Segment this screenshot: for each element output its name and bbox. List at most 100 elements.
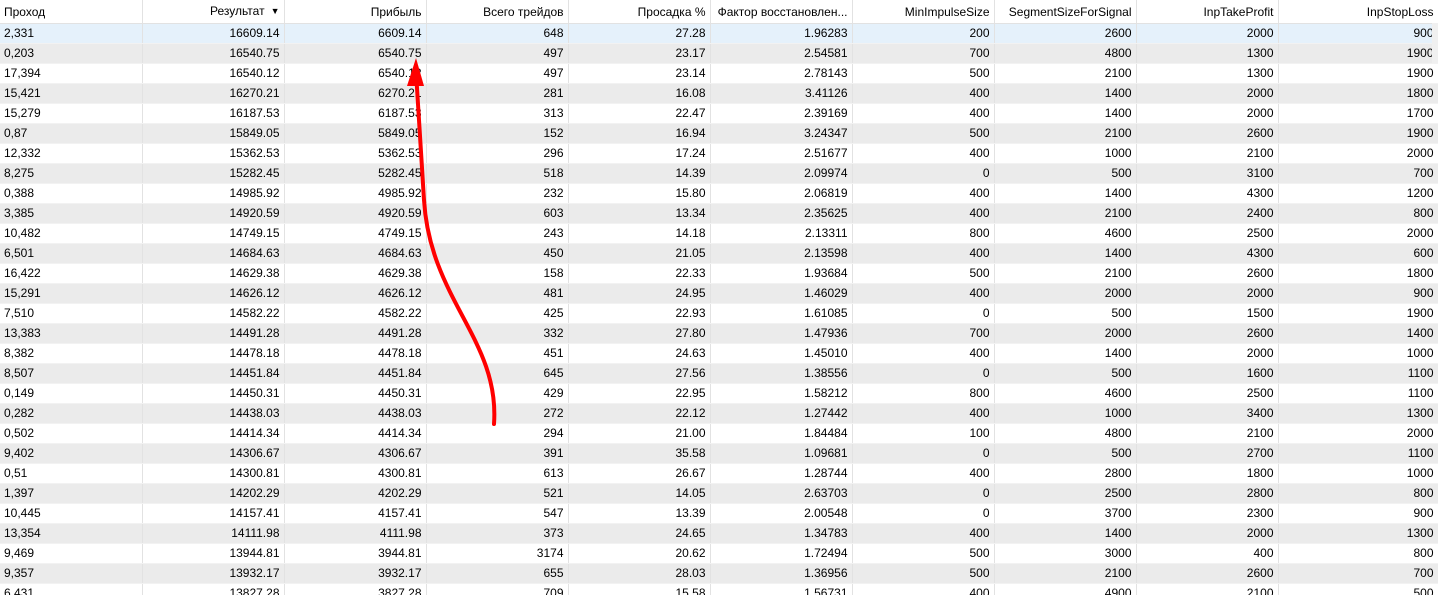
table-cell: 2800 [1136,483,1279,504]
table-row[interactable]: 0,388 14985.92 4985.92 232 15.80 2.06819 400 14… [0,183,1438,204]
table-cell: 800 [852,383,995,404]
table-cell: 600 [1278,243,1438,264]
table-cell: 2100 [1136,423,1279,444]
table-cell: 613 [426,463,569,484]
table-row[interactable]: 13,354 14111.98 4111.98 373 24.65 1.34783 400 1… [0,523,1438,544]
table-cell: 500 [994,363,1137,384]
table-row[interactable]: 8,507 14451.84 4451.84 645 27.56 1.38556 0 500 1… [0,363,1438,384]
table-cell: 500 [994,163,1137,184]
table-row[interactable]: 0,502 14414.34 4414.34 294 21.00 1.84484 100 48… [0,423,1438,444]
table-cell: 26.67 [568,463,711,484]
table-cell: 6609.14 [284,23,427,44]
table-cell: 497 [426,63,569,84]
table-cell: 17,394 [0,63,143,84]
vertical-scrollbar[interactable] [1432,23,1438,63]
table-cell: 1600 [1136,363,1279,384]
column-header[interactable]: SegmentSizeForSignal [994,0,1137,24]
table-row[interactable]: 9,357 13932.17 3932.17 655 28.03 1.36956 500 21… [0,563,1438,584]
table-cell: 1100 [1278,443,1438,464]
table-cell: 700 [852,43,995,64]
table-row[interactable]: 8,275 15282.45 5282.45 518 14.39 2.09974 0 500 3… [0,163,1438,184]
table-cell: 800 [1278,543,1438,564]
table-cell: 603 [426,203,569,224]
table-row[interactable]: 2,331 16609.14 6609.14 648 27.28 1.96283 200 26… [0,23,1438,44]
column-header[interactable]: Прибыль [284,0,427,24]
table-cell: 24.63 [568,343,711,364]
table-row[interactable]: 0,282 14438.03 4438.03 272 22.12 1.27442 400 10… [0,403,1438,424]
table-cell: 14684.63 [142,243,285,264]
column-header[interactable]: Проход [0,0,143,24]
table-cell: 4111.98 [284,523,427,544]
table-row[interactable]: 15,421 16270.21 6270.21 281 16.08 3.41126 400 1… [0,83,1438,104]
table-cell: 400 [852,243,995,264]
table-cell: 2000 [994,283,1137,304]
table-cell: 281 [426,83,569,104]
table-cell: 400 [1136,543,1279,564]
table-cell: 1.28744 [710,463,853,484]
table-cell: 1.84484 [710,423,853,444]
table-cell: 15362.53 [142,143,285,164]
table-row[interactable]: 6,501 14684.63 4684.63 450 21.05 2.13598 400 14… [0,243,1438,264]
table-cell: 4629.38 [284,263,427,284]
table-cell: 22.95 [568,383,711,404]
table-row[interactable]: 9,469 13944.81 3944.81 3174 20.62 1.72494 500 3… [0,543,1438,564]
table-cell: 400 [852,583,995,595]
table-row[interactable]: 8,382 14478.18 4478.18 451 24.63 1.45010 400 14… [0,343,1438,364]
table-cell: 15,279 [0,103,143,124]
table-cell: 232 [426,183,569,204]
table-cell: 6540.75 [284,43,427,64]
table-cell: 200 [852,23,995,44]
table-cell: 27.56 [568,363,711,384]
table-row[interactable]: 17,394 16540.12 6540.12 497 23.14 2.78143 500 2… [0,63,1438,84]
table-cell: 4600 [994,223,1137,244]
table-cell: 1.46029 [710,283,853,304]
table-cell: 481 [426,283,569,304]
table-row[interactable]: 10,482 14749.15 4749.15 243 14.18 2.13311 800 4… [0,223,1438,244]
table-cell: 1.72494 [710,543,853,564]
table-cell: 27.28 [568,23,711,44]
table-cell: 16187.53 [142,103,285,124]
table-row[interactable]: 7,510 14582.22 4582.22 425 22.93 1.61085 0 500 1… [0,303,1438,324]
table-cell: 700 [1278,163,1438,184]
column-header-label: MinImpulseSize [904,4,990,19]
table-row[interactable]: 13,383 14491.28 4491.28 332 27.80 1.47936 700 2… [0,323,1438,344]
column-header[interactable]: InpStopLoss [1278,0,1438,24]
table-row[interactable]: 6,431 13827.28 3827.28 709 15.58 1.56731 400 49… [0,583,1438,595]
table-row[interactable]: 16,422 14629.38 4629.38 158 22.33 1.93684 500 2… [0,263,1438,284]
column-header[interactable]: InpTakeProfit [1136,0,1279,24]
table-row[interactable]: 12,332 15362.53 5362.53 296 17.24 2.51677 400 1… [0,143,1438,164]
table-cell: 21.05 [568,243,711,264]
table-row[interactable]: 0,203 16540.75 6540.75 497 23.17 2.54581 700 48… [0,43,1438,64]
table-cell: 709 [426,583,569,595]
table-row[interactable]: 10,445 14157.41 4157.41 547 13.39 2.00548 0 370… [0,503,1438,524]
table-row[interactable]: 0,87 15849.05 5849.05 152 16.94 3.24347 500 210… [0,123,1438,144]
table-row[interactable]: 15,279 16187.53 6187.53 313 22.47 2.39169 400 1… [0,103,1438,124]
table-row[interactable]: 1,397 14202.29 4202.29 521 14.05 2.63703 0 2500… [0,483,1438,504]
table-cell: 500 [852,263,995,284]
table-cell: 518 [426,163,569,184]
column-header[interactable]: Фактор восстановлен... [710,0,853,24]
table-row[interactable]: 15,291 14626.12 4626.12 481 24.95 1.46029 400 2… [0,283,1438,304]
table-cell: 21.00 [568,423,711,444]
table-cell: 400 [852,343,995,364]
optimization-results-table[interactable]: Проход Результат ▼ Прибыль Всего трейдов Прос… [0,0,1438,595]
table-cell: 1800 [1278,83,1438,104]
column-header[interactable]: MinImpulseSize [852,0,995,24]
table-cell: 648 [426,23,569,44]
table-cell: 497 [426,43,569,64]
table-row[interactable]: 0,149 14450.31 4450.31 429 22.95 1.58212 800 46… [0,383,1438,404]
table-cell: 547 [426,503,569,524]
table-cell: 2100 [994,563,1137,584]
table-cell: 6540.12 [284,63,427,84]
table-row[interactable]: 3,385 14920.59 4920.59 603 13.34 2.35625 400 21… [0,203,1438,224]
table-cell: 2000 [994,323,1137,344]
table-row[interactable]: 0,51 14300.81 4300.81 613 26.67 1.28744 400 280… [0,463,1438,484]
column-header[interactable]: Всего трейдов [426,0,569,24]
column-header[interactable]: Результат ▼ [142,0,285,24]
table-cell: 2000 [1136,23,1279,44]
table-cell: 0 [852,483,995,504]
table-row[interactable]: 9,402 14306.67 4306.67 391 35.58 1.09681 0 500 2… [0,443,1438,464]
table-cell: 23.14 [568,63,711,84]
table-cell: 0 [852,363,995,384]
column-header[interactable]: Просадка % [568,0,711,24]
